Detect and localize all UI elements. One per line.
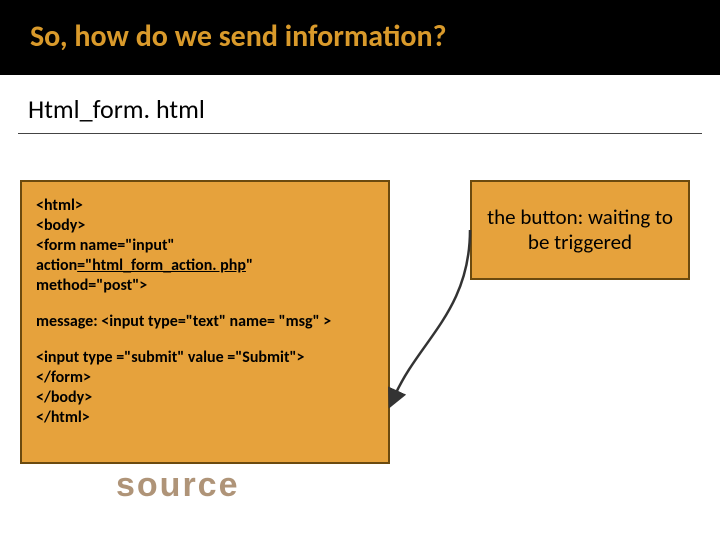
code-line: method="post"> [36,276,374,296]
code-line: </form> [36,368,374,388]
code-line: <body> [36,216,374,236]
code-line: </body> [36,388,374,408]
code-line: <input type ="submit" value ="Submit"> [36,348,374,368]
code-line: <html> [36,196,374,216]
arrow-icon [390,220,490,410]
code-line: </html> [36,408,374,428]
title-bar: So, how do we send information? [0,0,720,75]
source-label: source [116,466,240,505]
code-line: message: <input type="text" name= "msg" … [36,312,374,332]
divider [18,133,702,134]
slide-title: So, how do we send information? [30,18,720,55]
code-line: <form name="input" [36,236,374,256]
subtitle: Html_form. html [28,93,720,125]
callout-text: the button: waiting to be triggered [482,205,678,255]
callout-box: the button: waiting to be triggered [470,180,690,280]
code-block: <html> <body> <form name="input" action=… [20,180,390,464]
code-line: action="html_form_action. php" [36,256,374,276]
